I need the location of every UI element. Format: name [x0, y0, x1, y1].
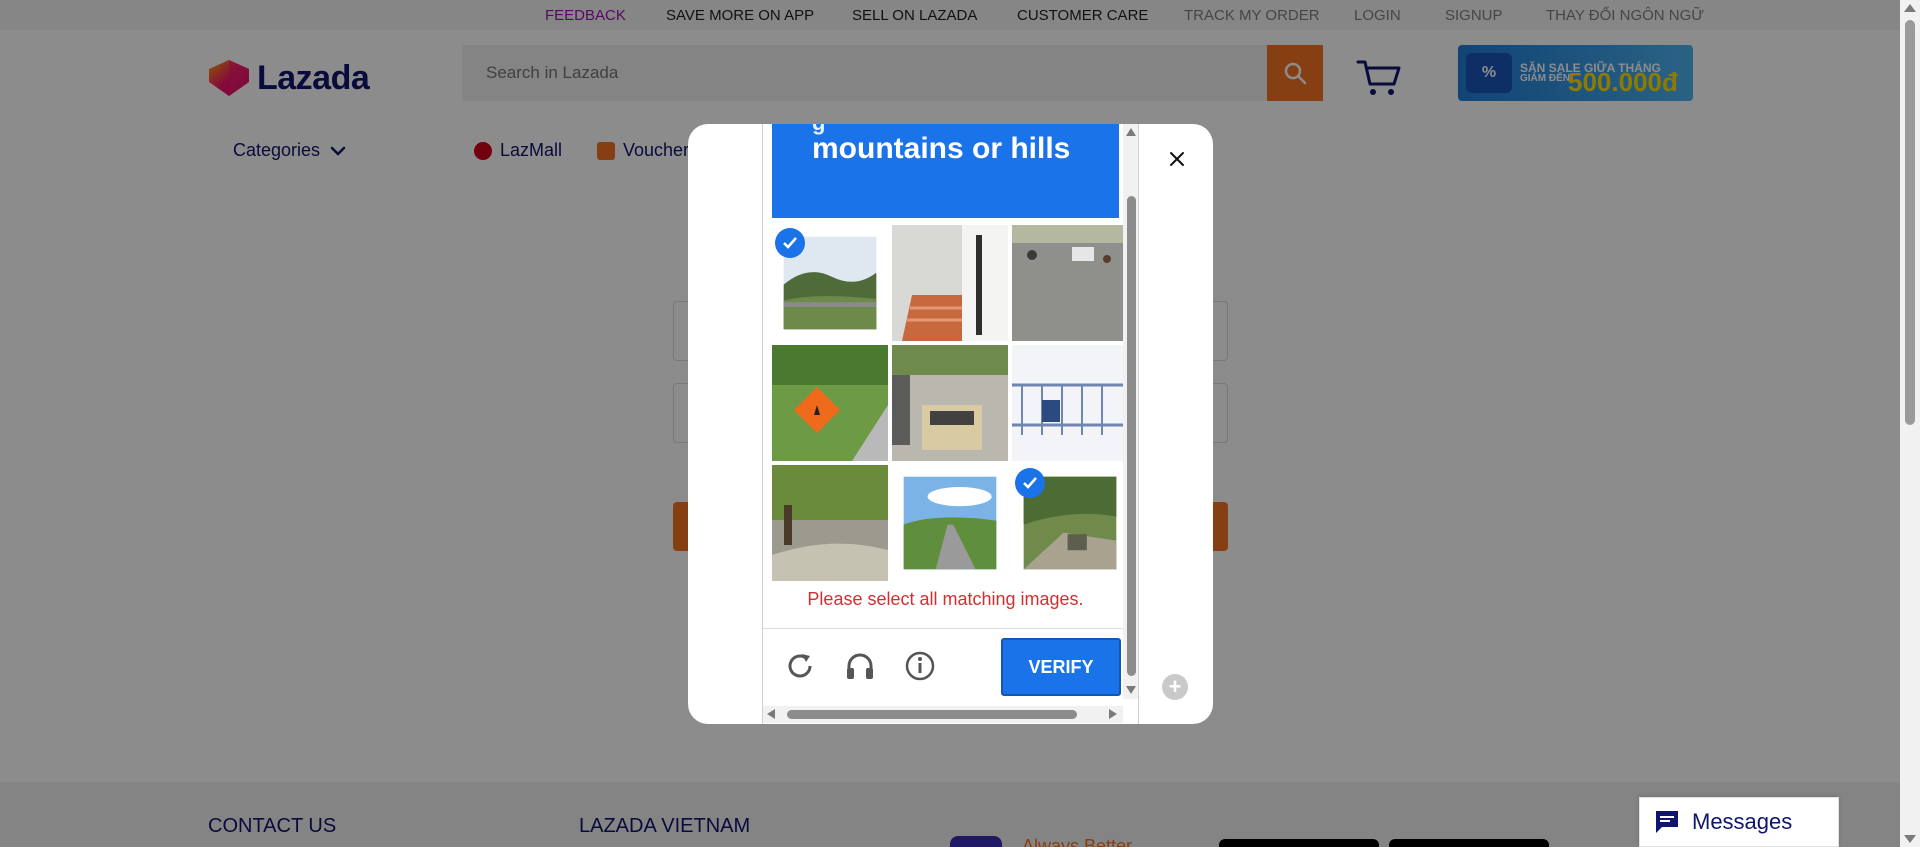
- captcha-divider: [763, 628, 1123, 629]
- captcha-tile-5[interactable]: [892, 345, 1008, 461]
- recaptcha-challenge: g mountains or hills: [762, 124, 1139, 724]
- captcha-scroll-left-arrow[interactable]: [767, 709, 775, 719]
- captcha-tile-6[interactable]: [1012, 345, 1128, 461]
- captcha-scroll-down-arrow[interactable]: [1126, 686, 1136, 694]
- tile-tree-sidewalk-image: [772, 465, 888, 581]
- info-button[interactable]: [901, 647, 939, 685]
- tile-stairs-image: [892, 225, 1008, 341]
- captcha-tile-3[interactable]: [1012, 225, 1128, 341]
- tile-traffic-cars-image: [892, 345, 1008, 461]
- scroll-down-arrow[interactable]: [1904, 835, 1916, 843]
- headphones-icon: [847, 653, 873, 679]
- reload-icon: [788, 654, 812, 678]
- captcha-tile-7[interactable]: [772, 465, 888, 581]
- captcha-horizontal-scrollbar[interactable]: [763, 706, 1123, 723]
- captcha-vertical-scrollbar[interactable]: [1123, 124, 1138, 699]
- captcha-scroll-up-arrow[interactable]: [1126, 128, 1136, 136]
- tile-road-sign-image: [772, 345, 888, 461]
- close-icon: [1170, 152, 1184, 166]
- captcha-horizontal-thumb[interactable]: [787, 710, 1077, 719]
- captcha-vertical-thumb[interactable]: [1127, 196, 1136, 676]
- captcha-tile-4[interactable]: [772, 345, 888, 461]
- page-scrollbar[interactable]: [1900, 0, 1920, 847]
- captcha-tile-9[interactable]: [1012, 465, 1128, 581]
- plus-icon[interactable]: +: [1162, 674, 1188, 700]
- messages-button[interactable]: Messages: [1639, 797, 1839, 847]
- tile-1-checkmark-icon: [775, 228, 805, 258]
- captcha-tile-2[interactable]: [892, 225, 1008, 341]
- captcha-header: g mountains or hills: [772, 124, 1119, 218]
- tile-balcony-image: [1012, 345, 1128, 461]
- tile-road-motorbikes-image: [1012, 225, 1128, 341]
- chat-icon: [1656, 811, 1678, 833]
- tile-highway-hills-image: [903, 476, 997, 570]
- audio-challenge-button[interactable]: [841, 647, 879, 685]
- close-button[interactable]: [1162, 144, 1192, 174]
- captcha-tile-1[interactable]: [772, 225, 888, 341]
- messages-label: Messages: [1692, 809, 1793, 834]
- info-icon: [905, 651, 935, 681]
- page-scroll-thumb[interactable]: [1905, 20, 1915, 425]
- captcha-title: mountains or hills: [812, 132, 1071, 165]
- verify-button[interactable]: VERIFY: [1001, 638, 1121, 696]
- tile-9-checkmark-icon: [1015, 468, 1045, 498]
- scroll-up-arrow[interactable]: [1904, 4, 1916, 12]
- reload-button[interactable]: [781, 647, 819, 685]
- captcha-scroll-right-arrow[interactable]: [1109, 709, 1117, 719]
- captcha-tile-8[interactable]: [892, 465, 1008, 581]
- captcha-error-message: Please select all matching images.: [807, 589, 1084, 609]
